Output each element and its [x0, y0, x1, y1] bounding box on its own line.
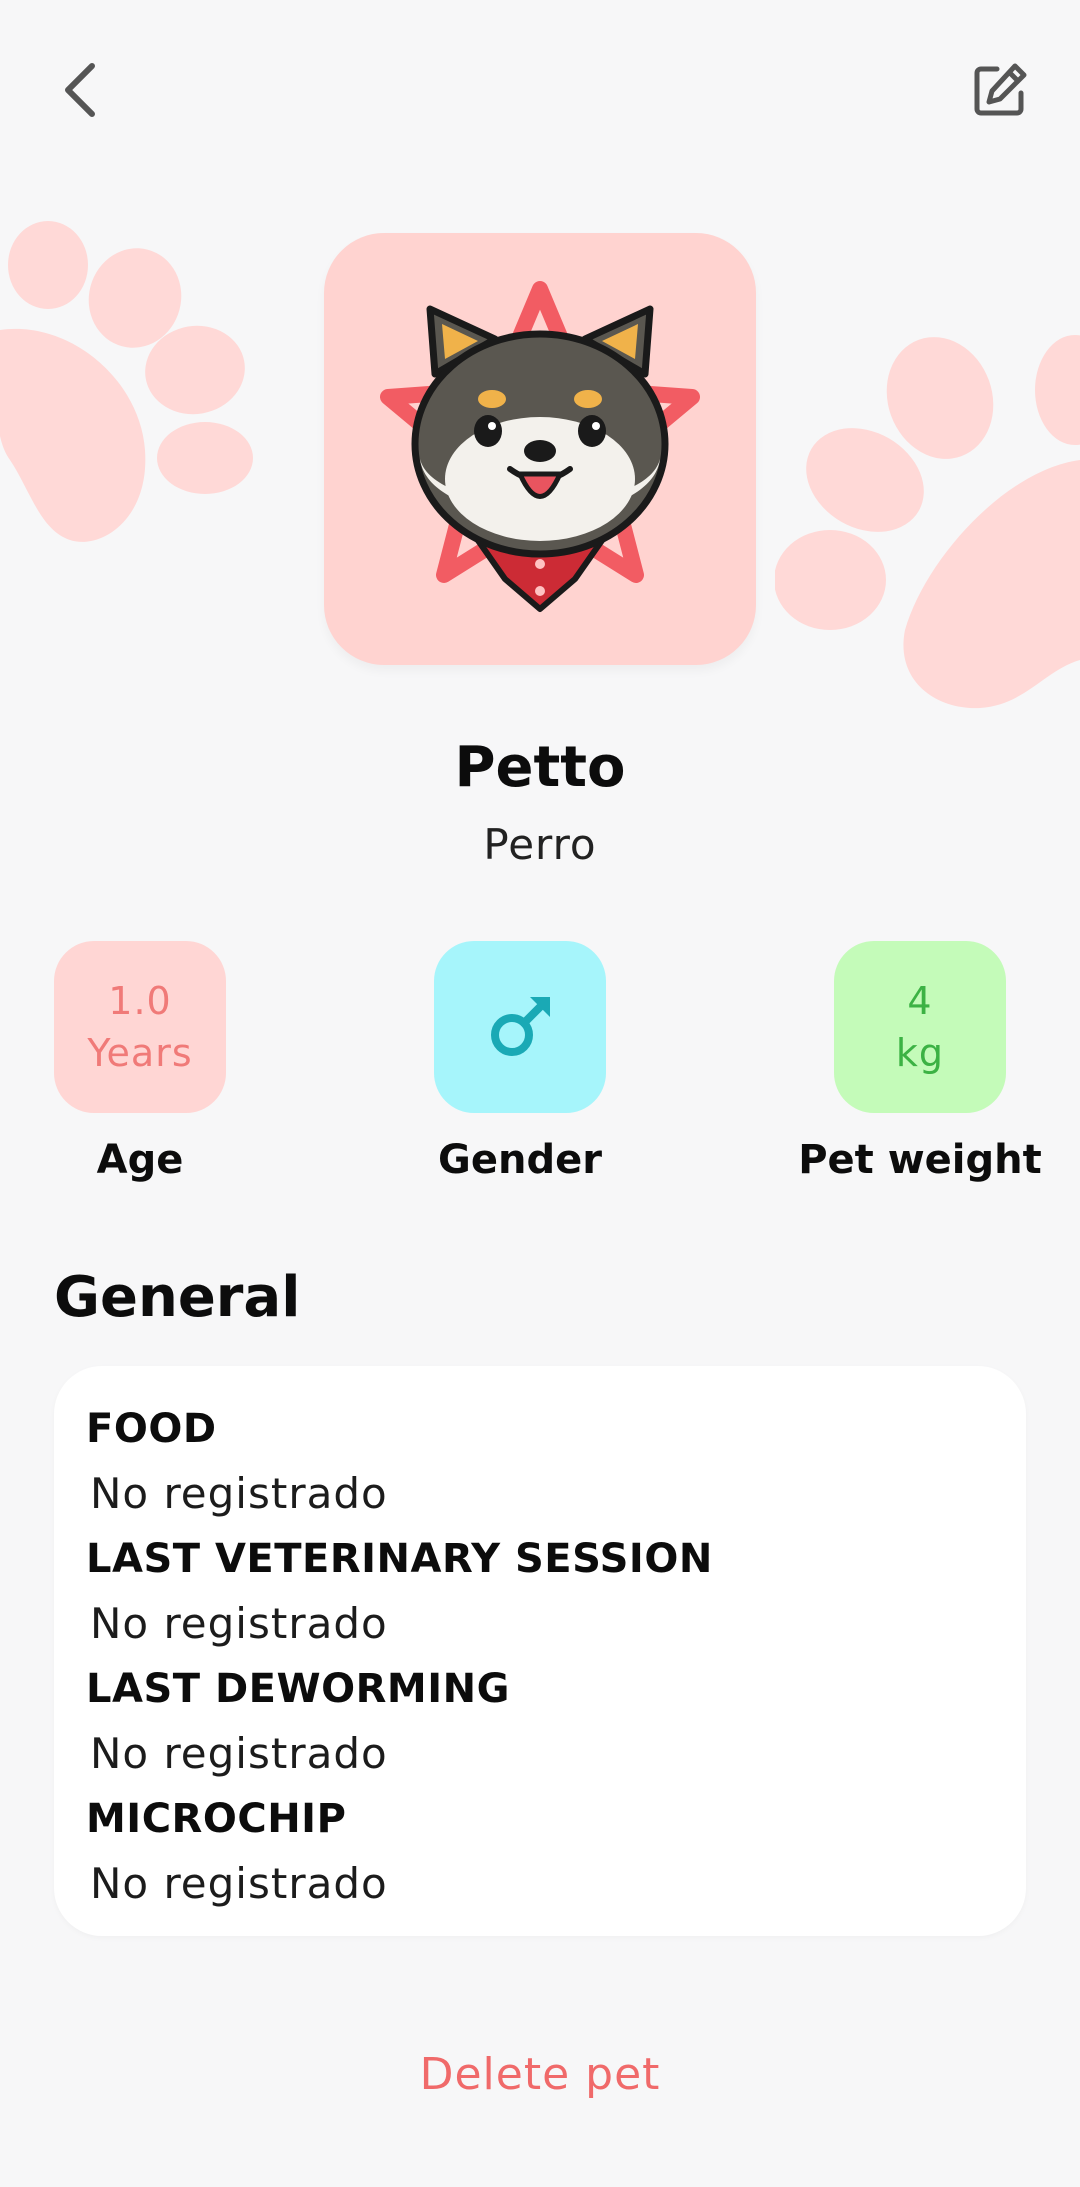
pet-species: Perro — [483, 820, 597, 869]
stat-weight: 4 kg Pet weight — [790, 941, 1050, 1183]
gender-tile — [434, 941, 606, 1113]
chevron-left-icon — [65, 63, 95, 117]
info-label: LAST DEWORMING — [86, 1666, 510, 1712]
info-label: FOOD — [86, 1406, 217, 1452]
age-unit: Years — [87, 1031, 193, 1075]
paw-print-right-icon — [775, 335, 1080, 709]
pet-detail-screen: Petto Perro 1.0 Years Age Gender 4 kg Pe… — [0, 0, 1080, 2187]
info-label: LAST VETERINARY SESSION — [86, 1536, 713, 1582]
edit-square-icon — [974, 63, 1027, 116]
male-symbol-icon — [491, 997, 550, 1056]
weight-unit: kg — [895, 1031, 945, 1075]
gender-label: Gender — [438, 1137, 602, 1183]
info-item-food: FOOD No registrado — [86, 1396, 388, 1526]
general-section-title: General — [54, 1265, 301, 1330]
general-info-card: FOOD No registrado LAST VETERINARY SESSI… — [54, 1366, 1026, 1936]
edit-button[interactable] — [960, 50, 1040, 130]
top-app-bar — [0, 0, 1080, 180]
paw-print-left-icon — [0, 221, 253, 542]
back-button[interactable] — [40, 50, 120, 130]
stat-age: 1.0 Years Age — [10, 941, 270, 1183]
info-item-last-veterinary-session: LAST VETERINARY SESSION No registrado — [86, 1526, 713, 1656]
info-value: No registrado — [90, 1729, 388, 1778]
pet-avatar[interactable] — [324, 233, 756, 665]
info-label: MICROCHIP — [86, 1796, 347, 1842]
info-item-microchip: MICROCHIP No registrado — [86, 1786, 388, 1916]
pet-name: Petto — [454, 735, 626, 800]
info-value: No registrado — [90, 1859, 388, 1908]
stat-gender: Gender — [390, 941, 650, 1183]
age-tile: 1.0 Years — [54, 941, 226, 1113]
weight-label: Pet weight — [798, 1137, 1042, 1183]
weight-value: 4 — [907, 979, 933, 1023]
weight-tile: 4 kg — [834, 941, 1006, 1113]
shiba-dog-star-icon — [380, 281, 700, 612]
age-value: 1.0 — [108, 979, 172, 1023]
info-value: No registrado — [90, 1599, 388, 1648]
info-item-last-deworming: LAST DEWORMING No registrado — [86, 1656, 510, 1786]
delete-pet-button[interactable]: Delete pet — [340, 2040, 740, 2110]
age-label: Age — [96, 1137, 184, 1183]
info-value: No registrado — [90, 1469, 388, 1518]
